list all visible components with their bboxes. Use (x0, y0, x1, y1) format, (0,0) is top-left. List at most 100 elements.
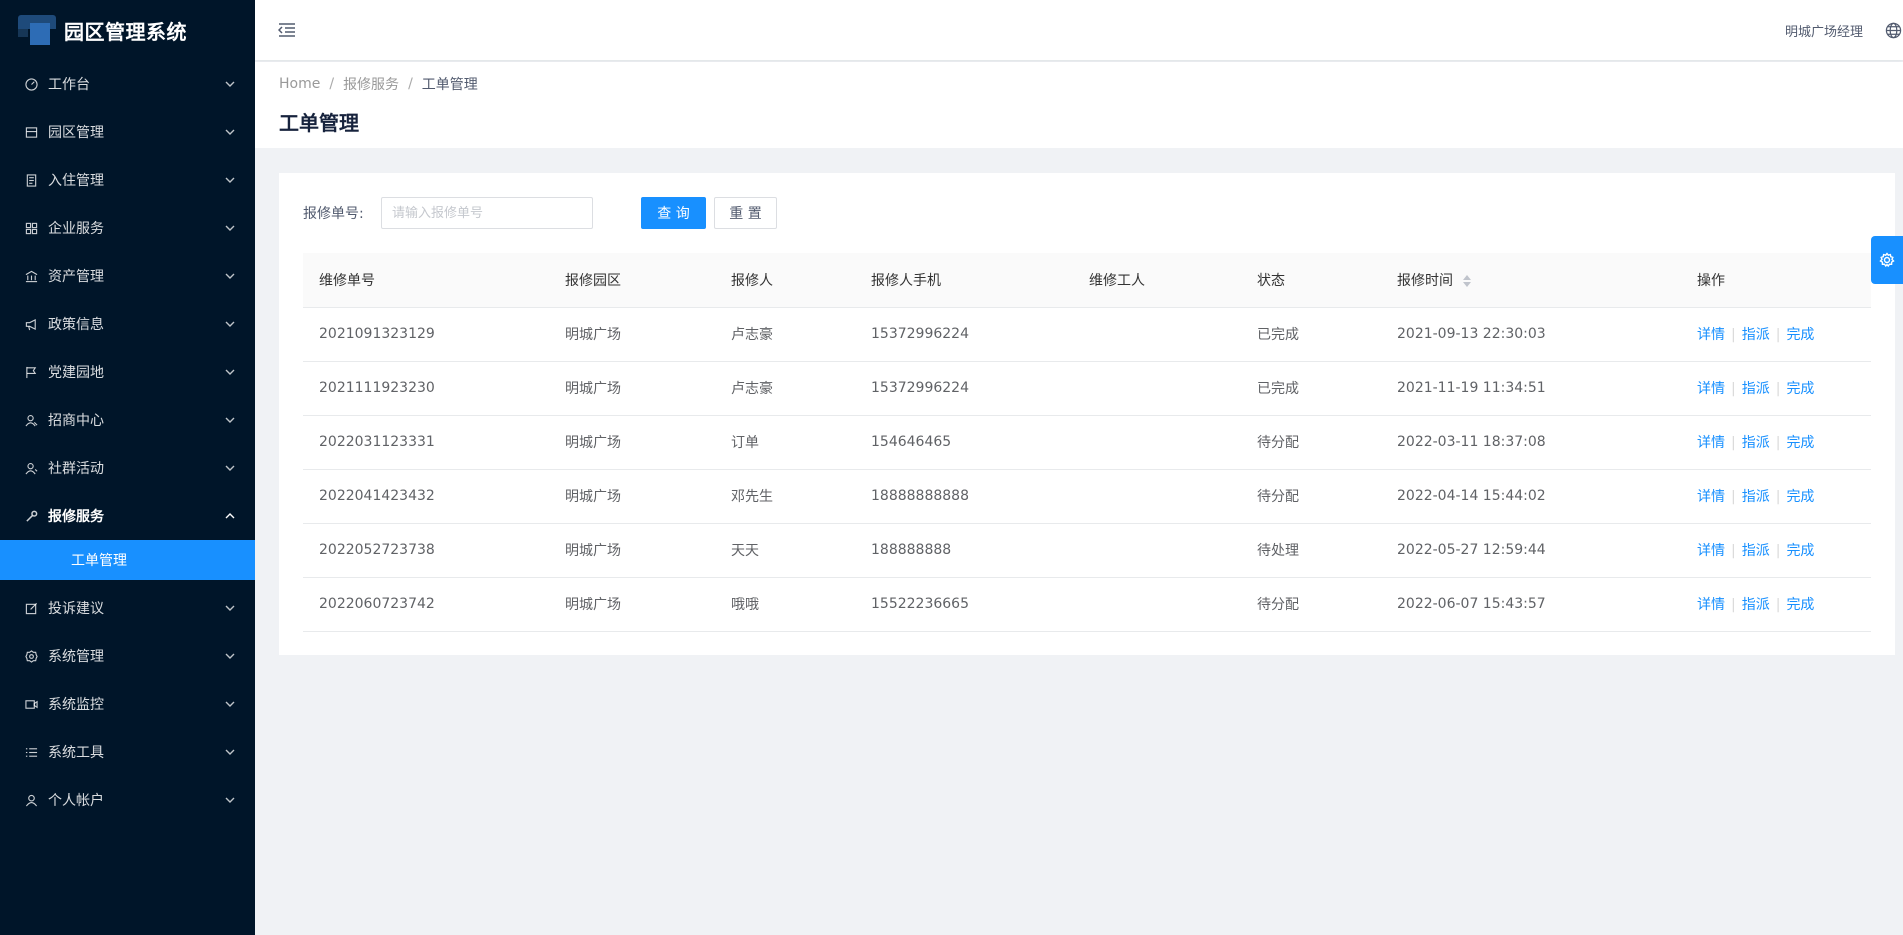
sidebar-item-label: 招商中心 (48, 413, 104, 429)
cell-reporter: 卢志豪 (715, 307, 855, 362)
detail-link[interactable]: 详情 (1697, 543, 1725, 559)
complete-link[interactable]: 完成 (1786, 327, 1814, 343)
table-row: 2022041423432 明城广场 邓先生 18888888888 待分配 2022-0… (303, 469, 1871, 524)
cell-time: 2022-03-11 18:37:08 (1381, 415, 1681, 470)
sidebar-item[interactable]: 社群活动 (0, 444, 255, 492)
cell-phone: 15372996224 (855, 307, 1073, 362)
reset-button[interactable]: 重 置 (714, 197, 777, 229)
cell-reporter: 邓先生 (715, 469, 855, 524)
header-right: 明城广场经理 (1785, 21, 1903, 40)
username[interactable]: 明城广场经理 (1785, 21, 1863, 40)
query-button[interactable]: 查 询 (641, 197, 706, 229)
action-divider: | (1775, 435, 1781, 451)
sidebar-item[interactable]: 投诉建议 (0, 584, 255, 632)
detail-link[interactable]: 详情 (1697, 327, 1725, 343)
cell-park: 明城广场 (549, 415, 715, 470)
sidebar-item[interactable]: 个人帐户 (0, 776, 255, 824)
sidebar-item[interactable]: 资产管理 (0, 252, 255, 300)
cell-time: 2022-06-07 15:43:57 (1381, 577, 1681, 632)
sidebar-item[interactable]: 园区管理 (0, 108, 255, 156)
complete-link[interactable]: 完成 (1786, 489, 1814, 505)
chevron-down-icon (225, 79, 235, 89)
cell-park: 明城广场 (549, 469, 715, 524)
sidebar-item[interactable]: 系统工具 (0, 728, 255, 776)
sidebar-item-label: 系统工具 (48, 745, 104, 761)
assign-link[interactable]: 指派 (1742, 381, 1770, 397)
sidebar-item[interactable]: 工作台 (0, 60, 255, 108)
action-divider: | (1775, 597, 1781, 613)
complete-link[interactable]: 完成 (1786, 435, 1814, 451)
breadcrumb-repair-service[interactable]: 报修服务 (343, 74, 399, 94)
assign-link[interactable]: 指派 (1742, 489, 1770, 505)
breadcrumb-separator: / (408, 76, 413, 92)
cell-no: 2022031123331 (303, 415, 549, 470)
action-divider: | (1775, 381, 1781, 397)
sidebar-item-label: 政策信息 (48, 317, 104, 333)
cell-worker (1073, 523, 1241, 578)
camera-icon (24, 697, 38, 711)
sidebar-item[interactable]: 党建园地 (0, 348, 255, 396)
chevron-down-icon (225, 319, 235, 329)
repair-number-input[interactable] (381, 197, 593, 229)
sidebar-item[interactable]: 企业服务 (0, 204, 255, 252)
cell-phone: 18888888888 (855, 469, 1073, 524)
cell-phone: 15522236665 (855, 577, 1073, 632)
sort-icon[interactable] (1463, 274, 1471, 287)
breadcrumb-home[interactable]: Home (279, 76, 320, 92)
cell-no: 2021091323129 (303, 307, 549, 362)
col-header-report-time[interactable]: 报修时间 (1381, 253, 1681, 308)
detail-link[interactable]: 详情 (1697, 381, 1725, 397)
col-header-report-time-label: 报修时间 (1397, 272, 1453, 289)
cell-status: 待分配 (1241, 415, 1381, 470)
complete-link[interactable]: 完成 (1786, 543, 1814, 559)
detail-link[interactable]: 详情 (1697, 597, 1725, 613)
sidebar-subitem-work-orders[interactable]: 工单管理 (0, 540, 255, 580)
search-label: 报修单号: (303, 206, 364, 222)
cell-status: 已完成 (1241, 307, 1381, 362)
logo-icon (18, 15, 56, 45)
sidebar-item[interactable]: 入住管理 (0, 156, 255, 204)
detail-link[interactable]: 详情 (1697, 489, 1725, 505)
cell-time: 2021-09-13 22:30:03 (1381, 307, 1681, 362)
cell-actions: 详情 | 指派 | 完成 (1681, 577, 1871, 632)
user-icon (24, 793, 38, 807)
sidebar-item[interactable]: 政策信息 (0, 300, 255, 348)
breadcrumb-separator: / (329, 76, 335, 92)
col-header-status: 状态 (1241, 253, 1381, 308)
cell-time: 2022-04-14 15:44:02 (1381, 469, 1681, 524)
collapse-menu-icon[interactable] (277, 20, 297, 40)
settings-gear-icon[interactable] (1871, 236, 1903, 284)
logo: 园区管理系统 (0, 0, 255, 60)
sidebar-item-label: 资产管理 (48, 269, 104, 285)
complete-link[interactable]: 完成 (1786, 381, 1814, 397)
sidebar-item[interactable]: 系统管理 (0, 632, 255, 680)
search-form: 报修单号: 查 询 重 置 (303, 197, 777, 229)
assign-link[interactable]: 指派 (1742, 435, 1770, 451)
sidebar-item[interactable]: 招商中心 (0, 396, 255, 444)
language-globe-icon[interactable] (1885, 21, 1903, 39)
sidebar-item[interactable]: 系统监控 (0, 680, 255, 728)
cell-reporter: 卢志豪 (715, 361, 855, 416)
sidebar-item-label: 社群活动 (48, 461, 104, 477)
cell-actions: 详情 | 指派 | 完成 (1681, 307, 1871, 362)
cell-no: 2022060723742 (303, 577, 549, 632)
sidebar-item[interactable]: 报修服务 (0, 492, 255, 540)
complete-link[interactable]: 完成 (1786, 597, 1814, 613)
col-header-reporter: 报修人 (715, 253, 855, 308)
cell-worker (1073, 415, 1241, 470)
action-divider: | (1731, 597, 1736, 613)
assign-link[interactable]: 指派 (1742, 543, 1770, 559)
chevron-down-icon (225, 651, 235, 661)
cell-status: 待分配 (1241, 469, 1381, 524)
chevron-down-icon (225, 223, 235, 233)
chevron-down-icon (225, 175, 235, 185)
chevron-down-icon (225, 415, 235, 425)
assign-link[interactable]: 指派 (1742, 327, 1770, 343)
cell-no: 2022041423432 (303, 469, 549, 524)
detail-link[interactable]: 详情 (1697, 435, 1725, 451)
cell-park: 明城广场 (549, 523, 715, 578)
dashboard-icon (24, 77, 38, 91)
cell-phone: 188888888 (855, 523, 1073, 578)
cell-worker (1073, 361, 1241, 416)
assign-link[interactable]: 指派 (1742, 597, 1770, 613)
